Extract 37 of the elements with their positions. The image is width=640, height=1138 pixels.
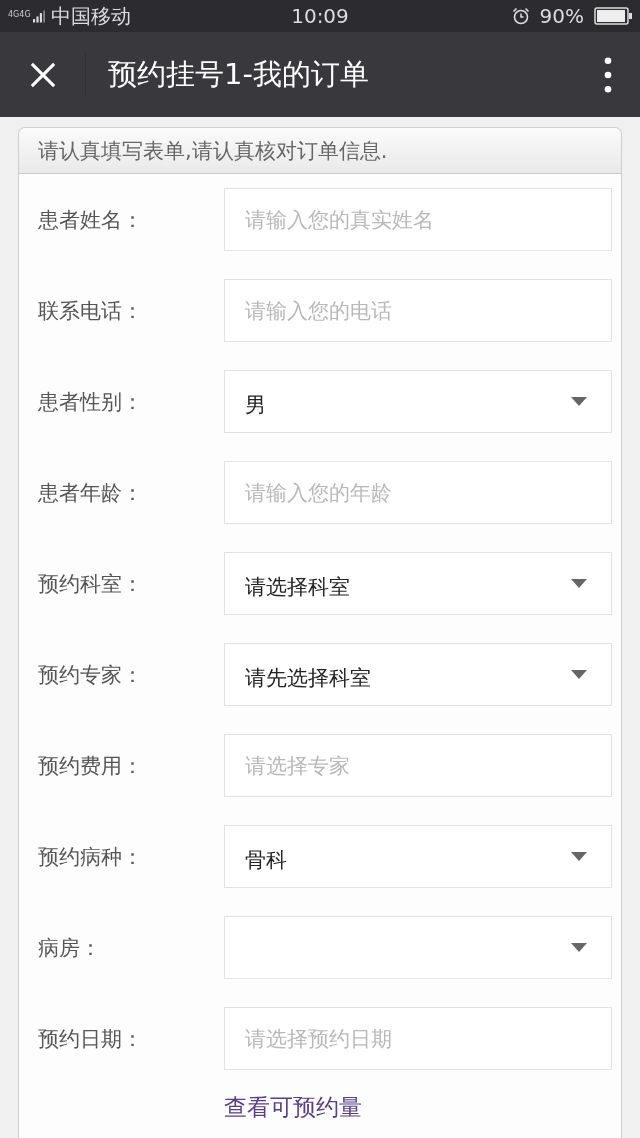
caret-icon: [571, 852, 587, 861]
notice-text: 请认真填写表单,请认真核对订单信息.: [38, 137, 388, 165]
field-label: 病房：: [38, 934, 102, 962]
field-label: 联系电话：: [38, 297, 144, 325]
field-label: 患者性别：: [38, 388, 144, 416]
select-field[interactable]: 男: [224, 370, 612, 433]
network-type-text: 4G4G: [8, 10, 31, 19]
input-field[interactable]: 请输入您的电话: [224, 279, 612, 342]
more-menu-icon[interactable]: [604, 56, 612, 93]
select-field[interactable]: 请先选择科室: [224, 643, 612, 706]
input-field[interactable]: 请输入您的真实姓名: [224, 188, 612, 251]
input-field[interactable]: 请选择预约日期: [224, 1007, 612, 1070]
page-title: 预约挂号1-我的订单: [108, 55, 370, 93]
field-label: 患者姓名：: [38, 206, 144, 234]
battery-icon: [594, 7, 632, 25]
field-label: 预约病种：: [38, 843, 144, 871]
clock-time: 10:09: [291, 4, 349, 28]
battery-percent: 90%: [539, 4, 584, 28]
caret-icon: [571, 397, 587, 406]
close-icon[interactable]: [30, 61, 56, 88]
carrier-name: 中国移动: [50, 2, 131, 30]
field-label: 预约科室：: [38, 570, 144, 598]
view-availability-link[interactable]: 查看可预约量: [224, 1094, 362, 1120]
field-label: 预约专家：: [38, 661, 144, 689]
field-label: 患者年龄：: [38, 479, 144, 507]
field-label: 预约费用：: [38, 752, 144, 780]
select-field[interactable]: [224, 916, 612, 979]
signal-icon: [32, 9, 45, 23]
select-field[interactable]: 请选择科室: [224, 552, 612, 615]
input-field[interactable]: 请选择专家: [224, 734, 612, 797]
input-field[interactable]: 请输入您的年龄: [224, 461, 612, 524]
caret-icon: [571, 670, 587, 679]
alarm-clock-icon: [511, 7, 530, 25]
caret-icon: [571, 943, 587, 952]
field-label: 预约日期：: [38, 1025, 144, 1053]
caret-icon: [571, 579, 587, 588]
select-field[interactable]: 骨科: [224, 825, 612, 888]
